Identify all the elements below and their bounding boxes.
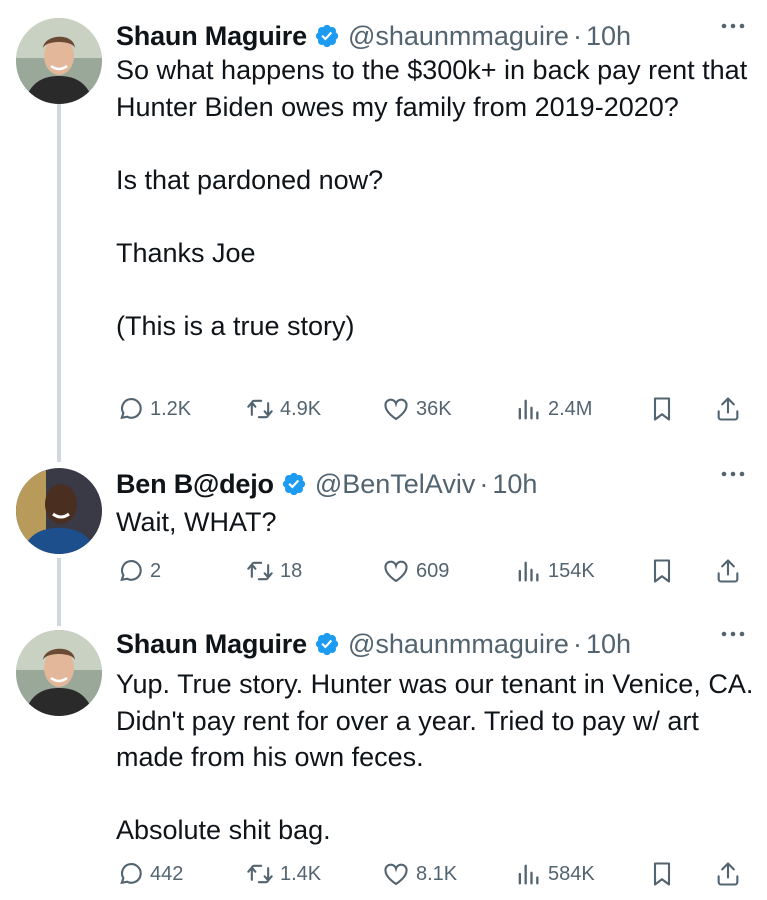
reply-count: 1.2K xyxy=(150,397,192,420)
views-bars-icon xyxy=(518,864,539,885)
reply-count: 2 xyxy=(150,559,162,582)
heart-icon xyxy=(384,398,408,421)
more-dots-icon[interactable] xyxy=(719,464,747,484)
share-upload-icon xyxy=(717,559,739,583)
reply-count: 442 xyxy=(150,862,184,885)
views-count: 584K xyxy=(548,862,595,885)
tweet-text: Wait, WHAT? xyxy=(116,507,277,537)
tweet-header: Shaun Maguire @shaunmmaguire · 10h xyxy=(116,16,631,56)
share-button[interactable] xyxy=(714,857,742,891)
bookmark-button[interactable] xyxy=(648,392,676,426)
repost-count: 18 xyxy=(280,559,303,582)
action-bar: 442 1.4K 8.1K 584K xyxy=(116,857,746,891)
repost-count: 1.4K xyxy=(280,862,322,885)
author-name[interactable]: Shaun Maguire xyxy=(116,629,307,660)
tweet[interactable]: Shaun Maguire @shaunmmaguire · 10h So wh… xyxy=(0,8,767,448)
share-upload-icon xyxy=(717,862,739,886)
verified-badge-icon xyxy=(314,23,340,49)
repost-arrows-icon xyxy=(247,561,273,581)
reply-button[interactable]: 1.2K xyxy=(116,392,191,426)
repost-button[interactable]: 1.4K xyxy=(246,857,321,891)
heart-icon xyxy=(384,863,408,886)
reply-bubble-icon xyxy=(120,398,142,420)
timestamp[interactable]: 10h xyxy=(586,629,631,660)
views-button[interactable]: 2.4M xyxy=(514,392,592,426)
like-button[interactable]: 8.1K xyxy=(382,857,457,891)
views-count: 154K xyxy=(548,559,595,582)
tweet[interactable]: Ben B@dejo @BenTelAviv · 10h Wait, WHAT?… xyxy=(0,464,767,594)
reply-bubble-icon xyxy=(120,560,142,582)
repost-button[interactable]: 18 xyxy=(246,554,302,588)
action-bar: 2 18 609 154K xyxy=(116,554,746,588)
tweet-text: So what happens to the $300k+ in back pa… xyxy=(116,55,748,341)
share-upload-icon xyxy=(717,397,739,421)
verified-badge-icon xyxy=(314,631,340,657)
separator-dot: · xyxy=(479,468,489,499)
bookmark-icon xyxy=(653,862,671,886)
author-handle[interactable]: @BenTelAviv xyxy=(315,469,475,500)
repost-arrows-icon xyxy=(247,399,273,419)
reply-bubble-icon xyxy=(120,863,142,885)
avatar[interactable] xyxy=(16,630,102,716)
author-name[interactable]: Ben B@dejo xyxy=(116,469,274,500)
repost-arrows-icon xyxy=(247,864,273,884)
share-button[interactable] xyxy=(714,392,742,426)
repost-count: 4.9K xyxy=(280,397,322,420)
separator-dot: · xyxy=(572,628,582,659)
views-bars-icon xyxy=(518,399,539,420)
bookmark-icon xyxy=(653,397,671,421)
repost-button[interactable]: 4.9K xyxy=(246,392,321,426)
reply-button[interactable]: 442 xyxy=(116,857,183,891)
tweet[interactable]: Shaun Maguire @shaunmmaguire · 10h Yup. … xyxy=(0,624,767,894)
heart-icon xyxy=(384,560,408,583)
bookmark-button[interactable] xyxy=(648,857,676,891)
like-count: 36K xyxy=(416,397,452,420)
bookmark-icon xyxy=(653,559,671,583)
views-count: 2.4M xyxy=(548,397,593,420)
views-button[interactable]: 584K xyxy=(514,857,595,891)
reply-button[interactable]: 2 xyxy=(116,554,161,588)
views-bars-icon xyxy=(518,561,539,582)
tweet-header: Ben B@dejo @BenTelAviv · 10h xyxy=(116,464,537,504)
tweet-text: Yup. True story. Hunter was our tenant i… xyxy=(116,669,754,845)
author-name[interactable]: Shaun Maguire xyxy=(116,21,307,52)
avatar[interactable] xyxy=(16,468,102,554)
more-dots-icon[interactable] xyxy=(719,16,747,36)
like-count: 609 xyxy=(416,559,450,582)
author-handle[interactable]: @shaunmmaguire xyxy=(348,629,569,660)
tweet-header: Shaun Maguire @shaunmmaguire · 10h xyxy=(116,624,631,664)
bookmark-button[interactable] xyxy=(648,554,676,588)
author-handle[interactable]: @shaunmmaguire xyxy=(348,21,569,52)
timestamp[interactable]: 10h xyxy=(492,469,537,500)
more-dots-icon[interactable] xyxy=(719,624,747,644)
like-count: 8.1K xyxy=(416,862,458,885)
timestamp[interactable]: 10h xyxy=(586,21,631,52)
views-button[interactable]: 154K xyxy=(514,554,595,588)
like-button[interactable]: 36K xyxy=(382,392,452,426)
avatar[interactable] xyxy=(16,18,102,104)
like-button[interactable]: 609 xyxy=(382,554,449,588)
separator-dot: · xyxy=(572,20,582,51)
share-button[interactable] xyxy=(714,554,742,588)
action-bar: 1.2K 4.9K 36K 2.4M xyxy=(116,392,746,426)
verified-badge-icon xyxy=(281,471,307,497)
